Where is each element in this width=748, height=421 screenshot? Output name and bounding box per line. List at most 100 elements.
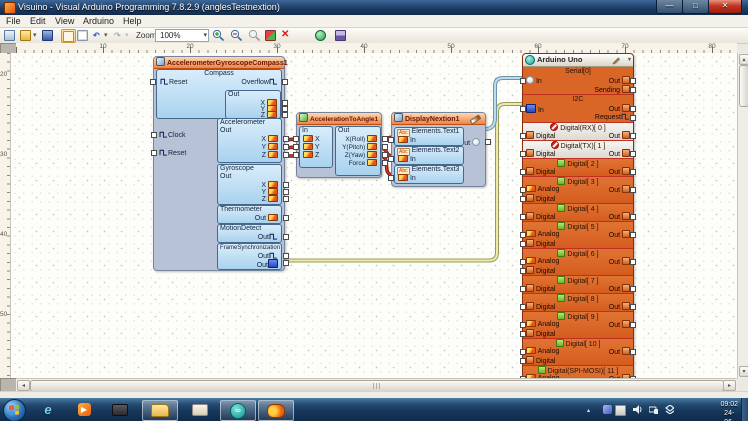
delete-button[interactable]: ✕ bbox=[281, 29, 289, 40]
build-upload-button[interactable] bbox=[264, 29, 277, 41]
pin-connector[interactable] bbox=[630, 286, 636, 292]
pin-connector[interactable] bbox=[388, 175, 394, 181]
pin-connector[interactable] bbox=[630, 304, 636, 310]
pin-connector[interactable] bbox=[630, 259, 636, 265]
pin-connector[interactable] bbox=[520, 304, 526, 310]
taskbar-mail[interactable] bbox=[186, 400, 214, 419]
pin-connector[interactable] bbox=[520, 133, 526, 139]
pin-connector[interactable] bbox=[485, 139, 491, 145]
block-accelerometer-gyroscope-compass[interactable]: AccelerometerGyroscopeCompass1 Compass R… bbox=[150, 56, 289, 271]
pin-connector[interactable] bbox=[630, 115, 636, 121]
pin-connector[interactable] bbox=[630, 322, 636, 328]
pin-connector[interactable] bbox=[283, 196, 289, 202]
taskbar-internet-explorer[interactable]: e bbox=[34, 400, 62, 419]
show-desktop-button[interactable] bbox=[741, 398, 748, 421]
undo-button[interactable]: ↶ bbox=[93, 31, 100, 40]
pin-connector[interactable] bbox=[520, 331, 526, 337]
vertical-scroll-thumb[interactable] bbox=[739, 65, 748, 107]
redo-button[interactable]: ↷ bbox=[114, 31, 121, 40]
save-button[interactable] bbox=[41, 29, 54, 41]
block-header[interactable]: Arduino Uno ▾ bbox=[523, 54, 633, 67]
pin-connector[interactable] bbox=[520, 358, 526, 364]
new-project-button[interactable] bbox=[3, 29, 16, 41]
pin-connector[interactable] bbox=[630, 151, 636, 157]
pin-connector[interactable] bbox=[283, 253, 289, 259]
pin-connector[interactable] bbox=[520, 241, 526, 247]
pin-connector[interactable] bbox=[283, 144, 289, 150]
menu-arduino[interactable]: Arduino bbox=[80, 16, 117, 26]
pin-connector[interactable] bbox=[283, 260, 289, 266]
open-project-button[interactable] bbox=[19, 29, 32, 41]
maximize-button[interactable]: □ bbox=[682, 0, 709, 14]
tray-network-icon[interactable] bbox=[649, 405, 658, 414]
pin-connector[interactable] bbox=[520, 214, 526, 220]
tray-dropbox-icon[interactable] bbox=[665, 405, 674, 414]
scroll-right-button[interactable]: ▸ bbox=[723, 380, 736, 391]
pin-connector[interactable] bbox=[520, 259, 526, 265]
pin-connector[interactable] bbox=[283, 189, 289, 195]
pin-connector[interactable] bbox=[520, 78, 526, 84]
pin-connector[interactable] bbox=[293, 152, 299, 158]
taskbar-arduino-ide-active[interactable]: ∞ bbox=[220, 400, 256, 421]
web-link-button[interactable] bbox=[314, 29, 327, 41]
panel-view-button-1[interactable] bbox=[61, 29, 76, 43]
block-arduino-uno[interactable]: Arduino Uno ▾ Serial[0] In Out Sending I… bbox=[520, 53, 636, 378]
pin-connector[interactable] bbox=[630, 187, 636, 193]
pin-connector[interactable] bbox=[283, 215, 289, 221]
pin-connector[interactable] bbox=[520, 268, 526, 274]
tray-clipboard-icon[interactable] bbox=[615, 405, 626, 416]
block-display-nextion[interactable]: DisplayNextion1 Out Abc Elements.Text1 I… bbox=[388, 112, 491, 187]
chevron-down-icon[interactable]: ▾ bbox=[628, 54, 631, 66]
pin-connector[interactable] bbox=[151, 132, 157, 138]
minimize-button[interactable]: — bbox=[656, 0, 683, 14]
tray-speaker-icon[interactable] bbox=[633, 405, 642, 414]
design-canvas[interactable]: AccelerometerGyroscopeCompass1 Compass R… bbox=[10, 53, 738, 378]
pin-connector[interactable] bbox=[520, 187, 526, 193]
pin-connector[interactable] bbox=[388, 156, 394, 162]
scroll-up-button[interactable]: ▴ bbox=[739, 54, 748, 65]
pin-connector[interactable] bbox=[293, 136, 299, 142]
zoom-dropdown-arrow[interactable]: ▾ bbox=[203, 30, 207, 41]
pin-connector[interactable] bbox=[293, 144, 299, 150]
taskbar-media-player[interactable]: ▶ bbox=[70, 400, 98, 419]
pin-connector[interactable] bbox=[520, 286, 526, 292]
pin-connector[interactable] bbox=[630, 376, 636, 378]
pin-connector[interactable] bbox=[282, 79, 288, 85]
zoom-out-button[interactable] bbox=[230, 29, 243, 42]
pin-connector[interactable] bbox=[283, 152, 289, 158]
tray-intel-icon[interactable] bbox=[603, 405, 612, 414]
zoom-reset-button[interactable] bbox=[248, 29, 261, 42]
pin-connector[interactable] bbox=[520, 151, 526, 157]
tray-show-hidden-icon[interactable]: ▴ bbox=[587, 407, 596, 416]
horizontal-scrollbar[interactable]: ◂ ▸ bbox=[16, 378, 737, 392]
scroll-left-button[interactable]: ◂ bbox=[17, 380, 30, 391]
pin-connector[interactable] bbox=[283, 182, 289, 188]
taskbar-computer[interactable] bbox=[106, 400, 134, 419]
taskbar-visuino-active[interactable] bbox=[258, 400, 294, 421]
scroll-down-button[interactable]: ▾ bbox=[739, 366, 748, 377]
block-header[interactable]: DisplayNextion1 bbox=[392, 113, 485, 125]
menu-help[interactable]: Help bbox=[120, 16, 145, 26]
edit-icon[interactable] bbox=[469, 114, 482, 125]
pin-connector[interactable] bbox=[388, 137, 394, 143]
redo-dropdown-arrow[interactable]: ▾ bbox=[125, 31, 129, 39]
pin-connector[interactable] bbox=[520, 106, 526, 112]
pin-connector[interactable] bbox=[630, 87, 636, 93]
menu-view[interactable]: View bbox=[52, 16, 77, 26]
pin-connector[interactable] bbox=[630, 214, 636, 220]
pin-connector[interactable] bbox=[382, 144, 388, 150]
undo-dropdown-arrow[interactable]: ▾ bbox=[104, 31, 108, 39]
pin-connector[interactable] bbox=[630, 78, 636, 84]
wrench-icon[interactable] bbox=[612, 56, 621, 65]
start-button[interactable] bbox=[3, 399, 26, 421]
zoom-combobox[interactable]: 100% ▾ bbox=[155, 29, 209, 42]
pin-connector[interactable] bbox=[520, 169, 526, 175]
image-button[interactable] bbox=[334, 29, 347, 41]
pin-connector[interactable] bbox=[630, 106, 636, 112]
pin-connector[interactable] bbox=[520, 232, 526, 238]
pin-connector[interactable] bbox=[520, 196, 526, 202]
pin-connector[interactable] bbox=[630, 349, 636, 355]
panel-view-button-2[interactable] bbox=[76, 29, 89, 41]
menu-edit[interactable]: Edit bbox=[27, 16, 49, 26]
taskbar-explorer-active[interactable] bbox=[142, 400, 178, 421]
